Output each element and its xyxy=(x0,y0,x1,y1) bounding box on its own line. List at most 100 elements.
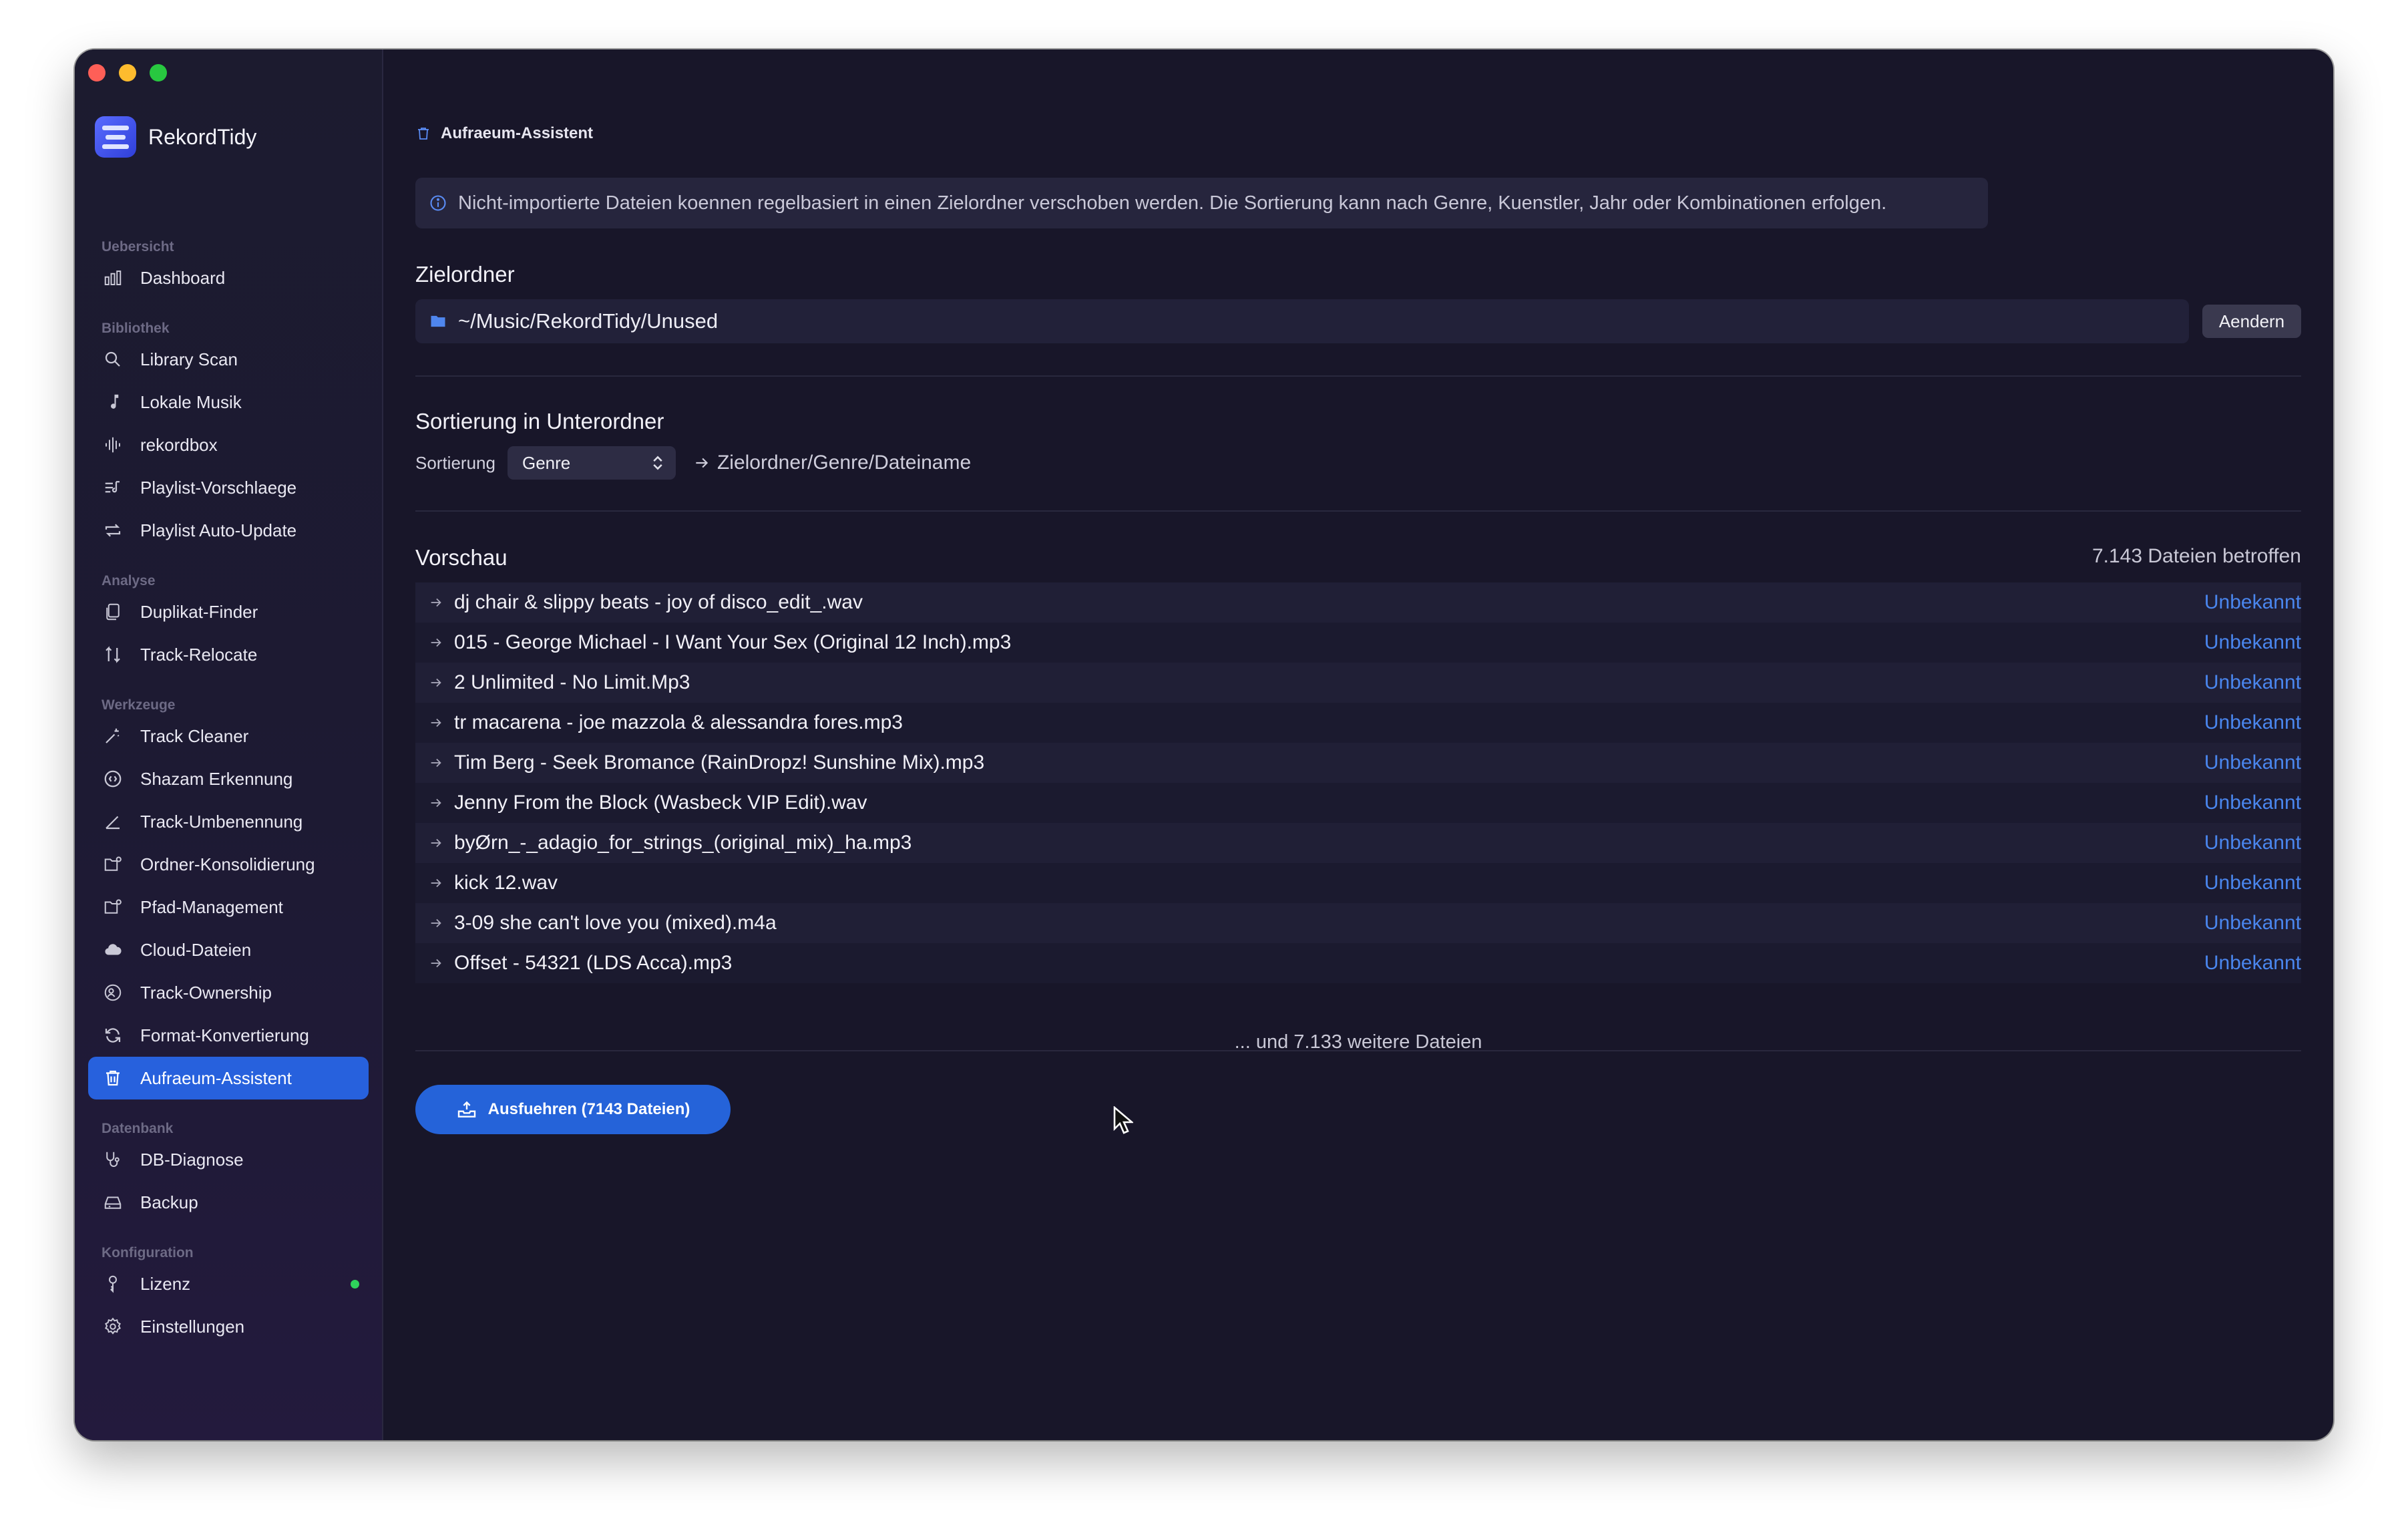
search-icon xyxy=(102,348,124,371)
close-window-button[interactable] xyxy=(88,64,106,81)
sidebar-item-format-konvertierung[interactable]: Format-Konvertierung xyxy=(88,1014,369,1057)
file-name: 015 - George Michael - I Want Your Sex (… xyxy=(454,631,1012,653)
sidebar-item-label: Lizenz xyxy=(140,1273,191,1294)
sorting-row: Sortierung Genre Zielordner/Genre/Datein… xyxy=(415,446,971,480)
file-name: byØrn_-_adagio_for_strings_(original_mix… xyxy=(454,832,912,854)
sidebar-item-label: Cloud-Dateien xyxy=(140,939,252,960)
file-name: Jenny From the Block (Wasbeck VIP Edit).… xyxy=(454,792,867,814)
app-window: RekordTidy Uebersicht Dashboard Biblioth… xyxy=(75,49,2333,1440)
nav-section-title: Datenbank xyxy=(102,1121,174,1136)
file-name: 3-09 she can't love you (mixed).m4a xyxy=(454,912,777,934)
sidebar-item-label: Playlist Auto-Update xyxy=(140,520,297,540)
sidebar-item-rekordbox[interactable]: rekordbox xyxy=(88,423,369,466)
file-name: 2 Unlimited - No Limit.Mp3 xyxy=(454,671,690,693)
music-note-icon xyxy=(102,391,124,413)
sorting-label: Sortierung xyxy=(415,452,495,473)
sidebar-item-label: Format-Konvertierung xyxy=(140,1025,309,1045)
sidebar: RekordTidy Uebersicht Dashboard Biblioth… xyxy=(75,49,383,1440)
sidebar-item-label: Track-Umbenennung xyxy=(140,811,303,832)
repeat-icon xyxy=(102,519,124,542)
file-name: tr macarena - joe mazzola & alessandra f… xyxy=(454,711,903,733)
sidebar-item-label: rekordbox xyxy=(140,434,218,455)
sorting-result: Zielordner/Genre/Dateiname xyxy=(693,452,971,474)
info-banner: Nicht-importierte Dateien koennen regelb… xyxy=(415,178,1988,228)
sorting-result-path: Zielordner/Genre/Dateiname xyxy=(717,452,972,474)
sidebar-item-label: Einstellungen xyxy=(140,1316,245,1337)
sidebar-item-ordner-konsolidierung[interactable]: Ordner-Konsolidierung xyxy=(88,843,369,886)
arrow-right-icon xyxy=(431,598,441,607)
sidebar-item-playlist-auto-update[interactable]: Playlist Auto-Update xyxy=(88,509,369,552)
tray-upload-icon xyxy=(457,1101,475,1118)
target-folder-heading: Zielordner xyxy=(415,262,515,287)
file-genre: Unbekannt xyxy=(2204,711,2301,733)
license-status-dot xyxy=(351,1279,359,1289)
app-brand: RekordTidy xyxy=(95,116,256,158)
trash-icon xyxy=(102,1067,124,1089)
minimize-window-button[interactable] xyxy=(119,64,136,81)
sidebar-item-track-umbenennung[interactable]: Track-Umbenennung xyxy=(88,800,369,843)
preview-heading: Vorschau xyxy=(415,545,508,570)
main-content: Aufraeum-Assistent Nicht-importierte Dat… xyxy=(383,49,2333,1440)
sidebar-item-label: Track-Ownership xyxy=(140,982,272,1003)
file-genre: Unbekannt xyxy=(2204,591,2301,613)
sidebar-item-lokale-musik[interactable]: Lokale Musik xyxy=(88,381,369,423)
key-icon xyxy=(102,1272,124,1295)
sidebar-item-track-relocate[interactable]: Track-Relocate xyxy=(88,633,369,676)
convert-icon xyxy=(102,1024,124,1047)
mouse-cursor-icon xyxy=(1113,1106,1133,1134)
preview-list: dj chair & slippy beats - joy of disco_e… xyxy=(415,582,2301,983)
folder-merge-icon xyxy=(102,853,124,876)
divider xyxy=(415,510,2301,512)
file-genre: Unbekannt xyxy=(2204,912,2301,934)
sidebar-item-track-ownership[interactable]: Track-Ownership xyxy=(88,971,369,1014)
sidebar-item-label: Track Cleaner xyxy=(140,725,249,746)
file-genre: Unbekannt xyxy=(2204,832,2301,854)
info-text: Nicht-importierte Dateien koennen regelb… xyxy=(458,192,1887,214)
arrow-right-icon xyxy=(696,458,709,468)
execute-button-label: Ausfuehren (7143 Dateien) xyxy=(487,1100,690,1118)
sidebar-item-dashboard[interactable]: Dashboard xyxy=(88,256,369,299)
sidebar-item-label: DB-Diagnose xyxy=(140,1149,244,1170)
arrow-right-icon xyxy=(431,798,441,808)
sidebar-item-duplikat-finder[interactable]: Duplikat-Finder xyxy=(88,590,369,633)
sidebar-item-playlist-vorschlaege[interactable]: Playlist-Vorschlaege xyxy=(88,466,369,509)
arrow-right-icon xyxy=(431,878,441,888)
relocate-icon xyxy=(102,643,124,666)
folder-icon xyxy=(431,315,445,327)
sidebar-item-pfad-management[interactable]: Pfad-Management xyxy=(88,886,369,928)
sorting-select[interactable]: Genre xyxy=(507,446,676,480)
folder-path-icon xyxy=(102,896,124,918)
sidebar-item-aufraeum-assistent[interactable]: Aufraeum-Assistent xyxy=(88,1057,369,1099)
sidebar-item-label: Aufraeum-Assistent xyxy=(140,1067,292,1088)
change-folder-button[interactable]: Aendern xyxy=(2202,305,2301,338)
info-icon xyxy=(430,195,446,211)
file-genre: Unbekannt xyxy=(2204,751,2301,774)
sidebar-item-label: Library Scan xyxy=(140,349,238,369)
zoom-window-button[interactable] xyxy=(150,64,167,81)
nav-section-title: Bibliothek xyxy=(102,321,170,336)
sidebar-item-einstellungen[interactable]: Einstellungen xyxy=(88,1305,369,1348)
nav-section-title: Konfiguration xyxy=(102,1245,194,1260)
execute-button[interactable]: Ausfuehren (7143 Dateien) xyxy=(415,1085,731,1134)
list-item: Tim Berg - Seek Bromance (RainDropz! Sun… xyxy=(415,743,2301,783)
ownership-icon xyxy=(102,981,124,1004)
gear-icon xyxy=(102,1315,124,1338)
arrow-right-icon xyxy=(431,638,441,647)
sidebar-item-shazam-erkennung[interactable]: Shazam Erkennung xyxy=(88,757,369,800)
list-item: byØrn_-_adagio_for_strings_(original_mix… xyxy=(415,823,2301,863)
sidebar-item-backup[interactable]: Backup xyxy=(88,1181,369,1224)
app-name: RekordTidy xyxy=(148,124,257,149)
magic-wand-icon xyxy=(102,725,124,747)
breadcrumb: Aufraeum-Assistent xyxy=(415,124,593,143)
list-item: 3-09 she can't love you (mixed).m4a Unbek… xyxy=(415,903,2301,943)
sidebar-item-library-scan[interactable]: Library Scan xyxy=(88,338,369,381)
sidebar-item-track-cleaner[interactable]: Track Cleaner xyxy=(88,715,369,757)
sidebar-item-cloud-dateien[interactable]: Cloud-Dateien xyxy=(88,928,369,971)
sidebar-item-label: Ordner-Konsolidierung xyxy=(140,854,315,874)
arrow-right-icon xyxy=(431,918,441,928)
shazam-icon xyxy=(102,767,124,790)
sidebar-item-db-diagnose[interactable]: DB-Diagnose xyxy=(88,1138,369,1181)
sidebar-item-lizenz[interactable]: Lizenz xyxy=(88,1262,369,1305)
list-item: tr macarena - joe mazzola & alessandra f… xyxy=(415,703,2301,743)
list-item: 2 Unlimited - No Limit.Mp3 Unbekannt xyxy=(415,663,2301,703)
